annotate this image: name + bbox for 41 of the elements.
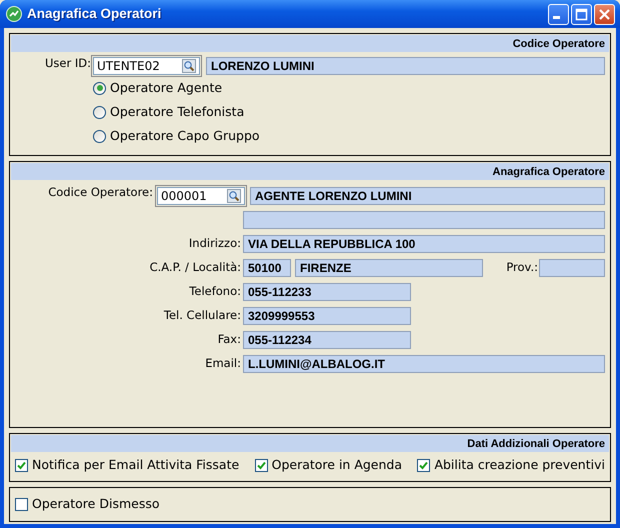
- field-label: Email:: [204, 355, 241, 372]
- checkbox-option[interactable]: Abilita creazione preventivi: [417, 456, 605, 474]
- search-icon[interactable]: [227, 189, 241, 203]
- field-label: Indirizzo:: [188, 235, 241, 252]
- field-label: C.A.P. / Località:: [148, 259, 241, 276]
- window-title: Anagrafica Operatori: [27, 4, 162, 23]
- radio-option[interactable]: Operatore Capo Gruppo: [93, 126, 260, 146]
- checkbox-option[interactable]: Operatore in Agenda: [254, 456, 402, 474]
- close-icon: [598, 8, 611, 20]
- maximize-button[interactable]: [571, 4, 592, 24]
- section-header: Codice Operatore: [11, 35, 609, 52]
- minimize-icon: [552, 16, 560, 19]
- field-label: Prov.:: [505, 259, 539, 276]
- radio-dot-icon: [96, 85, 102, 91]
- checkmark-icon: [256, 460, 266, 470]
- field-label: Codice Operatore:: [47, 184, 153, 201]
- field-label: User ID:: [44, 55, 91, 72]
- cap-field: 50100: [243, 259, 291, 277]
- field-value: 000001: [161, 188, 207, 205]
- radio-option[interactable]: Operatore Telefonista: [93, 102, 244, 122]
- field-label: Tel. Cellulare:: [162, 307, 241, 324]
- radio-option[interactable]: Operatore Agente: [93, 78, 222, 98]
- checkmark-icon: [17, 460, 26, 470]
- checkmark-icon: [419, 460, 428, 470]
- search-icon[interactable]: [182, 58, 196, 72]
- field-value: UTENTE02: [97, 58, 160, 74]
- province-field: [539, 259, 605, 277]
- minimize-button[interactable]: [548, 4, 569, 24]
- checkbox-option[interactable]: Notifica per Email Attivita Fissate: [15, 456, 240, 474]
- name-field: LORENZO LUMINI: [206, 56, 605, 74]
- checkbox-option[interactable]: Operatore Dismesso: [15, 495, 160, 514]
- field-label: Telefono:: [188, 283, 241, 300]
- code-field[interactable]: 000001: [155, 185, 247, 207]
- app-icon: [6, 6, 22, 22]
- city-field: FIRENZE: [295, 259, 483, 277]
- field-label: Fax:: [216, 331, 241, 348]
- section-header: Dati Addizionali Operatore: [11, 435, 609, 452]
- maximize-icon: [575, 8, 588, 20]
- section-header: Anagrafica Operatore: [11, 163, 609, 180]
- user-id-field[interactable]: UTENTE02: [91, 54, 202, 76]
- close-button[interactable]: [594, 4, 615, 24]
